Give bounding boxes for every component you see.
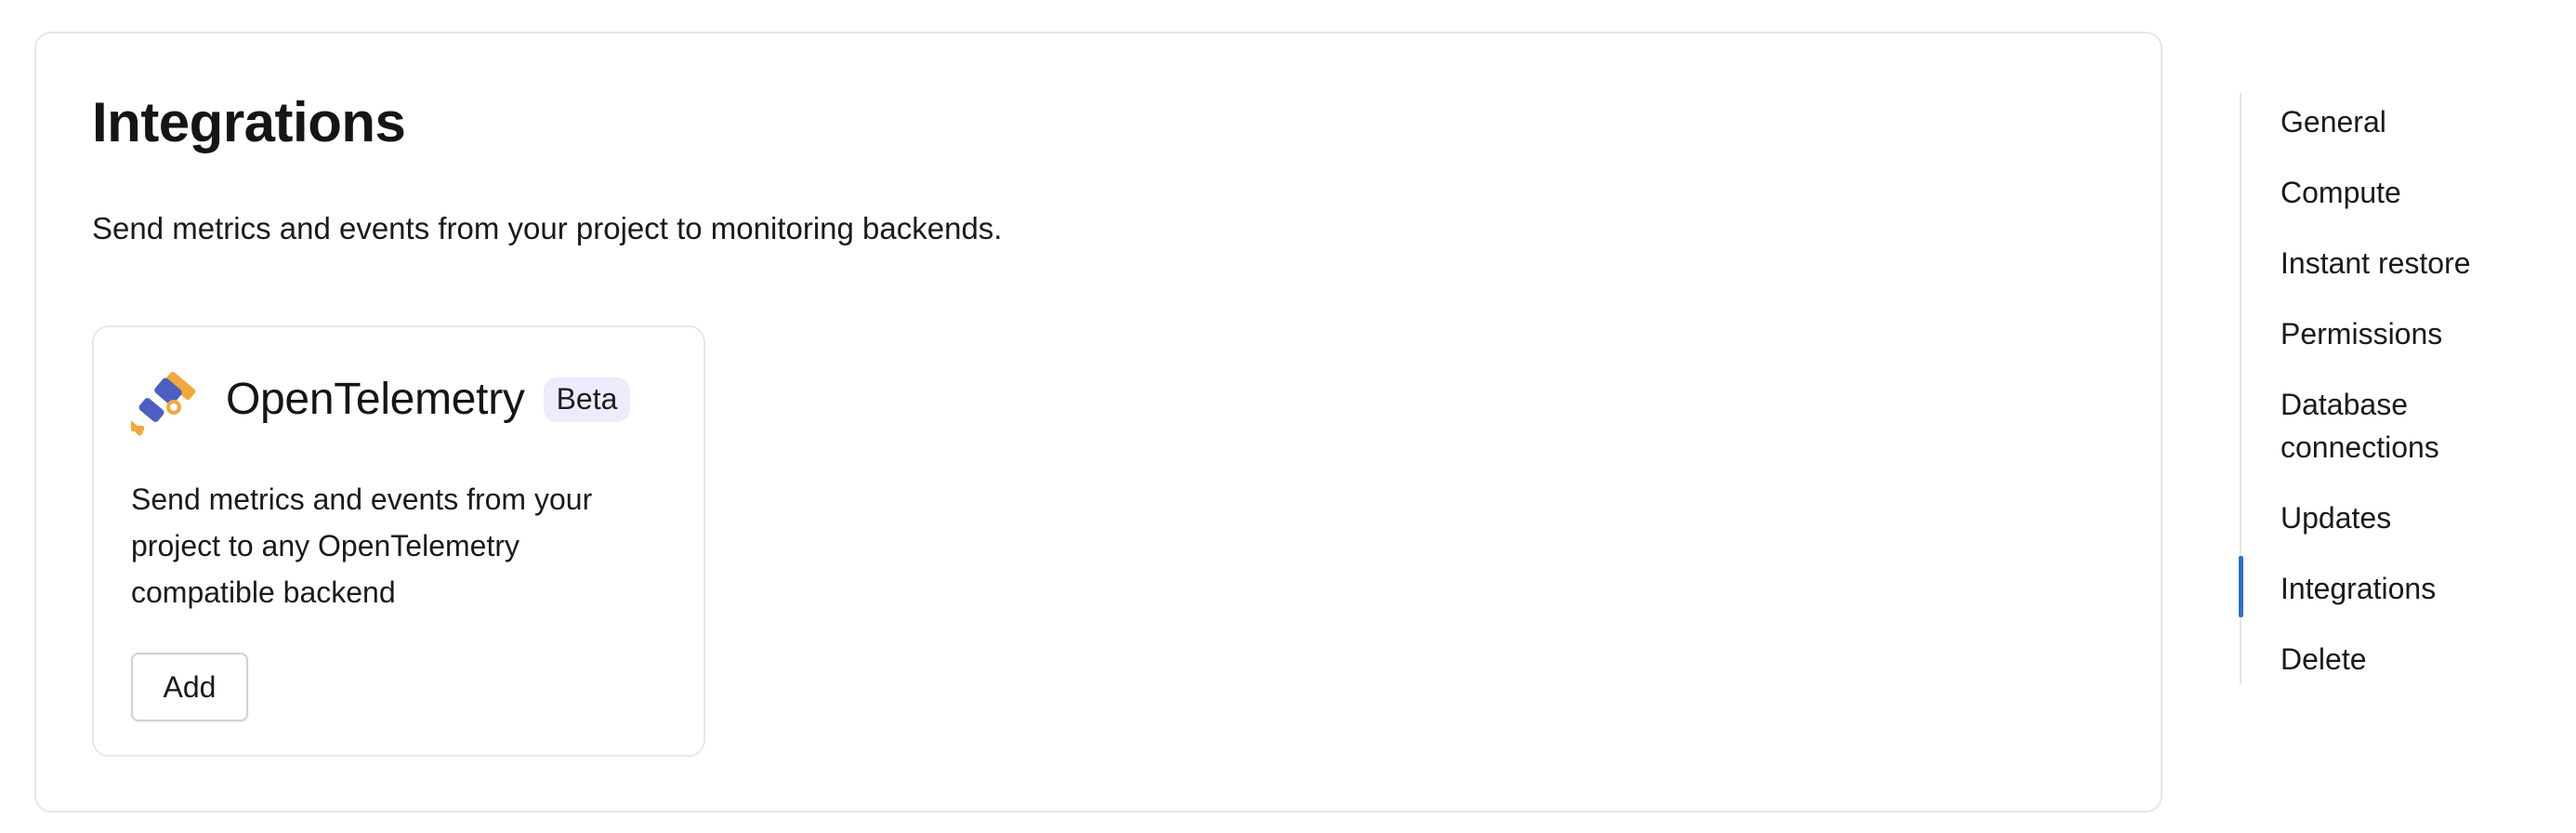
nav-item-compute[interactable]: Compute	[2280, 171, 2550, 214]
page-title: Integrations	[92, 91, 406, 153]
nav-item-delete[interactable]: Delete	[2280, 638, 2550, 681]
nav-item-general[interactable]: General	[2280, 100, 2550, 143]
beta-badge: Beta	[543, 377, 631, 422]
add-button[interactable]: Add	[131, 653, 248, 721]
active-nav-indicator	[2239, 556, 2243, 617]
card-header: OpenTelemetry Beta	[131, 361, 631, 439]
main-panel: Integrations Send metrics and events fro…	[34, 32, 2162, 813]
page-description: Send metrics and events from your projec…	[92, 211, 1003, 245]
opentelemetry-card: OpenTelemetry Beta Send metrics and even…	[92, 325, 705, 757]
opentelemetry-logo-icon	[131, 371, 196, 436]
nav-item-permissions[interactable]: Permissions	[2280, 312, 2550, 355]
nav-item-instant-restore[interactable]: Instant restore	[2280, 242, 2550, 284]
card-title: OpenTelemetry	[226, 375, 525, 424]
settings-nav: General Compute Instant restore Permissi…	[2239, 93, 2556, 684]
nav-item-updates[interactable]: Updates	[2280, 496, 2550, 539]
card-description: Send metrics and events from your projec…	[131, 483, 593, 609]
nav-item-integrations[interactable]: Integrations	[2280, 567, 2550, 610]
nav-item-database-connections[interactable]: Database connections	[2280, 383, 2550, 469]
